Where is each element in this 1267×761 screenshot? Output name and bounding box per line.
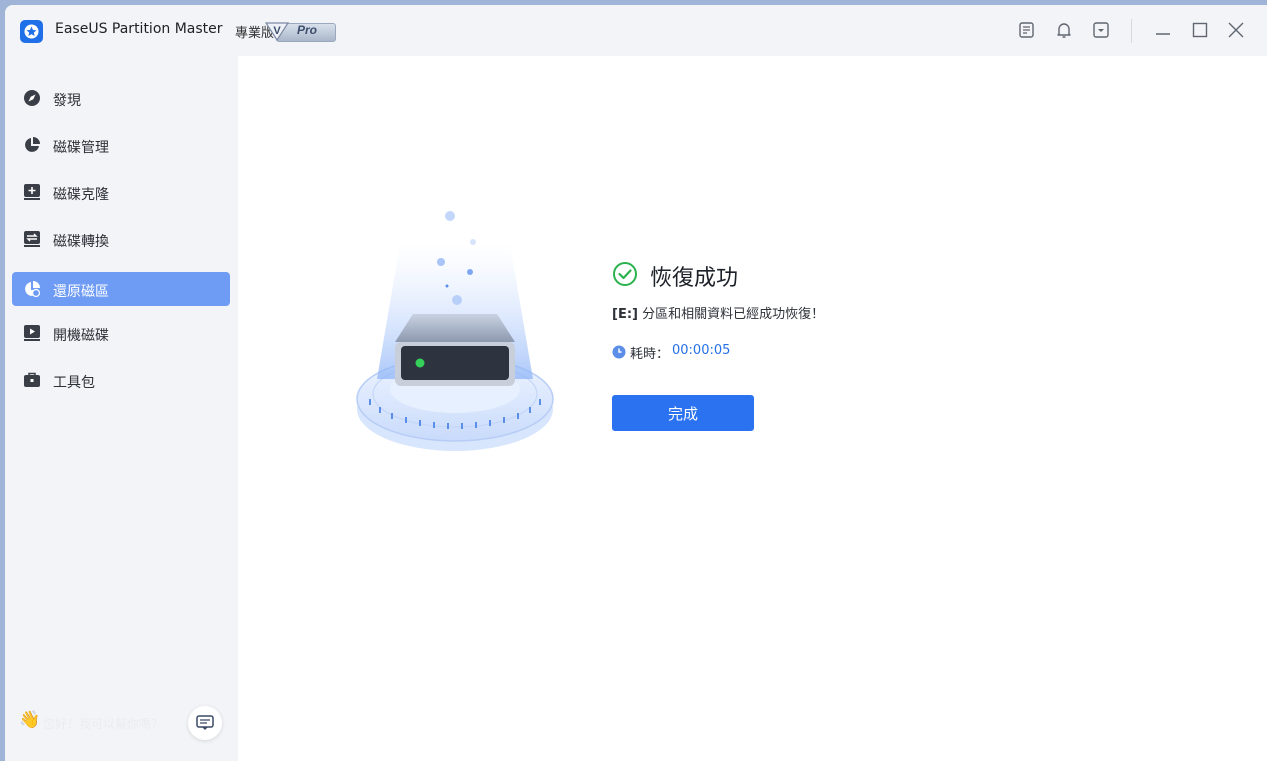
compass-icon [24,90,40,106]
sidebar-item-partition-recovery[interactable]: 還原磁區 [12,272,230,306]
chat-button[interactable] [188,706,222,740]
app-title: EaseUS Partition Master [55,21,223,37]
sidebar-item-disk-clone[interactable]: 磁碟克隆 [12,175,230,209]
sidebar: 發現 磁碟管理 磁碟克隆 磁碟轉換 還原磁區 開機磁碟 工具包 👋 您好！我可以… [5,56,238,761]
notes-icon[interactable] [1017,20,1037,40]
toolbox-icon [24,372,40,387]
success-check-icon [613,262,637,286]
success-title: 恢復成功 [650,266,739,291]
drive-label: [E:] [612,307,638,322]
sidebar-item-label: 還原磁區 [53,284,109,300]
minimize-icon[interactable] [1153,20,1173,40]
main-content: 恢復成功 [E:] 分區和相關資料已經成功恢復！ 耗時： 00:00:05 完成 [238,56,1267,761]
elapsed-label: 耗時： [630,347,670,362]
result-message: [E:] 分區和相關資料已經成功恢復！ [612,303,824,322]
result-message-text: 分區和相關資料已經成功恢復！ [637,307,825,322]
pie-chart-icon [25,137,40,152]
titlebar-separator [1131,19,1132,43]
sidebar-item-toolkit[interactable]: 工具包 [12,363,230,397]
title-bar: EaseUS Partition Master 專業版 V Pro [5,5,1267,56]
badge-text: Pro [297,23,318,37]
recovered-drive-illustration [356,211,554,451]
maximize-icon[interactable] [1190,20,1210,40]
done-button[interactable]: 完成 [612,395,754,431]
app-window: EaseUS Partition Master 專業版 V Pro 發現 磁碟管… [5,5,1267,761]
boot-disk-icon [24,325,40,341]
sidebar-item-label: 磁碟克隆 [53,187,109,203]
close-icon[interactable] [1226,20,1246,40]
sidebar-item-label: 開機磁碟 [53,328,109,344]
clone-plus-icon [24,184,40,200]
waving-hand-icon: 👋 [19,710,41,730]
elapsed-value: 00:00:05 [672,343,731,358]
v-shield-icon: V [264,22,290,42]
sidebar-item-disk-convert[interactable]: 磁碟轉換 [12,222,230,256]
app-logo-icon [20,20,43,43]
sidebar-item-label: 工具包 [53,375,95,391]
recover-partition-icon [25,281,41,298]
sidebar-item-label: 磁碟管理 [53,140,109,156]
pro-badge: V Pro [264,20,336,42]
feedback-text: 您好！我可以幫你嗎？ [43,717,164,731]
sidebar-item-disk-management[interactable]: 磁碟管理 [12,128,230,162]
sidebar-item-boot-disk[interactable]: 開機磁碟 [12,316,230,350]
bell-icon[interactable] [1054,20,1074,40]
sidebar-item-label: 發現 [53,93,81,109]
badge-letter: V [273,25,281,37]
clock-icon [612,345,626,359]
convert-icon [24,231,40,247]
sidebar-item-discover[interactable]: 發現 [12,81,230,115]
dropdown-menu-icon[interactable] [1091,20,1111,40]
sidebar-item-label: 磁碟轉換 [53,234,109,250]
chat-icon [196,715,214,730]
